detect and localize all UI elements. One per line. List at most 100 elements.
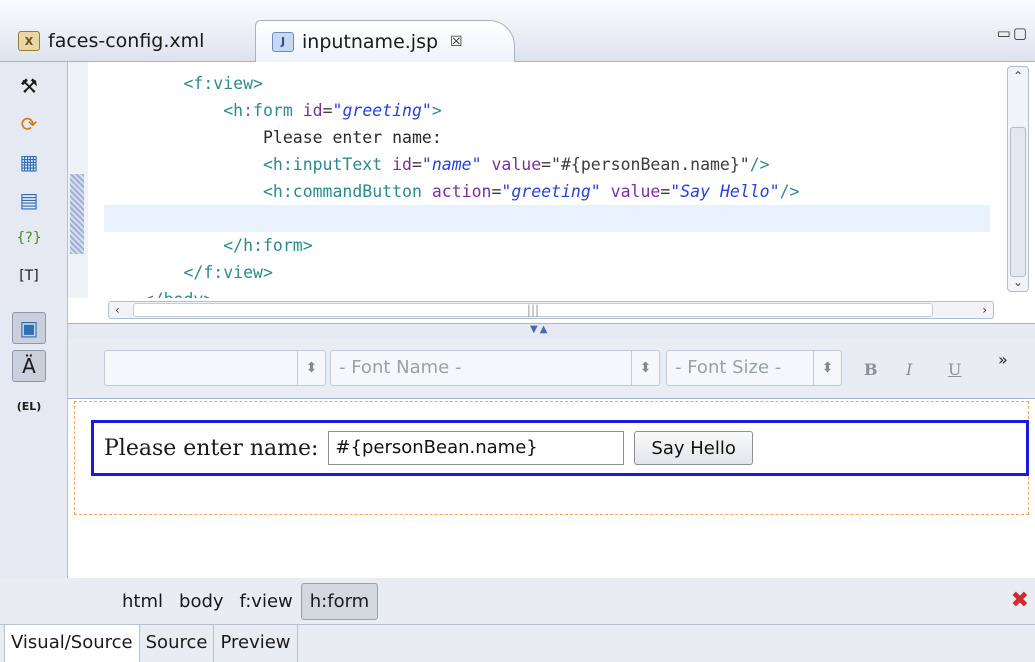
pane-splitter[interactable]: ▼▲: [68, 324, 1035, 338]
bold-button[interactable]: B: [864, 360, 878, 379]
code-token: action: [431, 182, 492, 201]
tab-preview[interactable]: Preview: [214, 625, 298, 662]
code-token: </body>: [144, 290, 214, 298]
selection-marker: [70, 174, 84, 254]
tab-visual-source[interactable]: Visual/Source: [4, 625, 140, 662]
code-line[interactable]: [104, 205, 990, 232]
code-token: "greeting": [501, 182, 601, 201]
font-size-combo[interactable]: - Font Size - ⬍: [666, 350, 842, 386]
form-outline[interactable]: Please enter name: #{personBean.name} Sa…: [91, 420, 1029, 476]
italic-button[interactable]: I: [906, 360, 912, 379]
spinner-icon: ⬍: [631, 351, 659, 385]
splitter-arrows-icon[interactable]: ▼▲: [530, 324, 549, 335]
horizontal-scrollbar[interactable]: ‹ ||| ›: [108, 301, 994, 319]
code-token: <h:form: [223, 101, 303, 120]
source-editor[interactable]: <f:view> <h:form id="greeting"> Please e…: [68, 62, 1035, 324]
code-line[interactable]: </body>: [104, 286, 990, 298]
jsp-file-icon: J: [272, 31, 294, 52]
format-toolbar: ⬍ - Font Name - ⬍ - Font Size - ⬍ B I U …: [68, 338, 1035, 398]
unknown-tag-icon[interactable]: {?}: [12, 222, 46, 254]
code-line[interactable]: <f:view>: [104, 70, 990, 97]
source-code[interactable]: <f:view> <h:form id="greeting"> Please e…: [104, 62, 990, 298]
prompt-text: Please enter name:: [104, 435, 319, 461]
code-token: <h:commandButton: [262, 182, 432, 201]
close-icon[interactable]: ✖: [1011, 588, 1029, 613]
code-line[interactable]: <h:form id="greeting">: [104, 97, 990, 124]
code-token: id: [392, 155, 412, 174]
jsf-core-icon[interactable]: ▤: [12, 184, 46, 216]
breadcrumb-h-form[interactable]: h:form: [300, 582, 379, 620]
code-token: value: [491, 155, 542, 174]
code-token: =: [411, 155, 422, 174]
code-line[interactable]: Please enter name:: [104, 124, 990, 151]
code-token: "name": [421, 155, 482, 174]
tab-label: faces-config.xml: [48, 30, 205, 52]
spinner-icon: ⬍: [297, 351, 325, 385]
name-input[interactable]: #{personBean.name}: [328, 431, 625, 465]
jsf-tools-icon[interactable]: ⚒: [12, 70, 46, 102]
code-token: />: [779, 182, 800, 201]
insert-tag-icon[interactable]: ▣: [12, 312, 46, 344]
code-token: value: [610, 182, 661, 201]
minimize-icon[interactable]: ▭: [997, 24, 1013, 42]
code-token: </h:form>: [223, 236, 313, 255]
tag-breadcrumb: html body f:view h:form ✖: [68, 578, 1035, 624]
breadcrumb-body[interactable]: body: [171, 583, 232, 620]
code-token: <f:view>: [183, 74, 263, 93]
code-line[interactable]: <h:inputText id="name" value="#{personBe…: [104, 151, 990, 178]
scroll-right-icon[interactable]: ›: [982, 303, 987, 317]
tab-faces-config[interactable]: X faces-config.xml: [6, 20, 216, 62]
scroll-up-icon[interactable]: ⌃: [1013, 69, 1023, 83]
maximize-icon[interactable]: ▢: [1013, 24, 1029, 42]
scroll-down-icon[interactable]: ⌄: [1013, 275, 1023, 289]
code-line[interactable]: </f:view>: [104, 259, 990, 286]
code-token: Please enter name:: [262, 128, 442, 147]
underline-button[interactable]: U: [948, 360, 961, 379]
editor-mode-tabs: Visual/Source Source Preview: [0, 624, 1035, 662]
refresh-icon[interactable]: ⟳: [12, 108, 46, 140]
code-token: "Say Hello": [670, 182, 780, 201]
code-token: </f:view>: [183, 263, 273, 282]
close-tab-icon[interactable]: ☒: [450, 34, 463, 50]
code-token: =: [660, 182, 671, 201]
scroll-thumb[interactable]: [1010, 127, 1026, 277]
body-outline[interactable]: Please enter name: #{personBean.name} Sa…: [74, 401, 1029, 515]
tab-label: inputname.jsp: [302, 30, 439, 53]
toolbar-overflow-icon[interactable]: »: [998, 350, 1008, 369]
visual-editor[interactable]: Please enter name: #{personBean.name} Sa…: [68, 398, 1035, 578]
code-token: id: [302, 101, 323, 120]
window-controls: ▭▢: [997, 24, 1029, 42]
code-line[interactable]: </h:form>: [104, 232, 990, 259]
scroll-thumb[interactable]: |||: [133, 303, 933, 317]
code-token: <h:inputText: [262, 155, 393, 174]
code-token: =: [491, 182, 502, 201]
text-tag-icon[interactable]: [T]: [12, 260, 46, 292]
font-name-value: - Font Name -: [339, 357, 462, 378]
font-size-value: - Font Size -: [675, 357, 782, 378]
tab-inputname-jsp[interactable]: J inputname.jsp ☒: [255, 20, 515, 62]
vertical-scrollbar[interactable]: ⌃ ⌄: [1007, 66, 1029, 292]
tab-source[interactable]: Source: [140, 625, 215, 662]
code-token: >: [431, 101, 442, 120]
style-icon[interactable]: Ä: [12, 350, 46, 382]
el-icon[interactable]: (EL): [12, 390, 46, 422]
breadcrumb-html[interactable]: html: [114, 583, 171, 620]
code-token: =: [322, 101, 333, 120]
say-hello-button[interactable]: Say Hello: [634, 431, 753, 465]
code-token: ="#{personBean.name}": [541, 155, 750, 174]
breadcrumb-f-view[interactable]: f:view: [232, 583, 301, 620]
code-token: />: [749, 155, 770, 174]
code-token: "greeting": [332, 101, 432, 120]
xml-file-icon: X: [18, 31, 40, 51]
editor-tab-bar: X faces-config.xml J inputname.jsp ☒ ▭▢: [0, 0, 1035, 62]
code-line[interactable]: <h:commandButton action="greeting" value…: [104, 178, 990, 205]
font-name-combo[interactable]: - Font Name - ⬍: [330, 350, 660, 386]
style-combo[interactable]: ⬍: [104, 350, 326, 386]
editor-gutter: [68, 62, 88, 298]
spinner-icon: ⬍: [813, 351, 841, 385]
jsf-html-icon[interactable]: ▦: [12, 146, 46, 178]
tag-palette: ⚒ ⟳ ▦ ▤ {?} [T] ▣ Ä (EL): [0, 62, 68, 578]
scroll-left-icon[interactable]: ‹: [115, 303, 120, 317]
